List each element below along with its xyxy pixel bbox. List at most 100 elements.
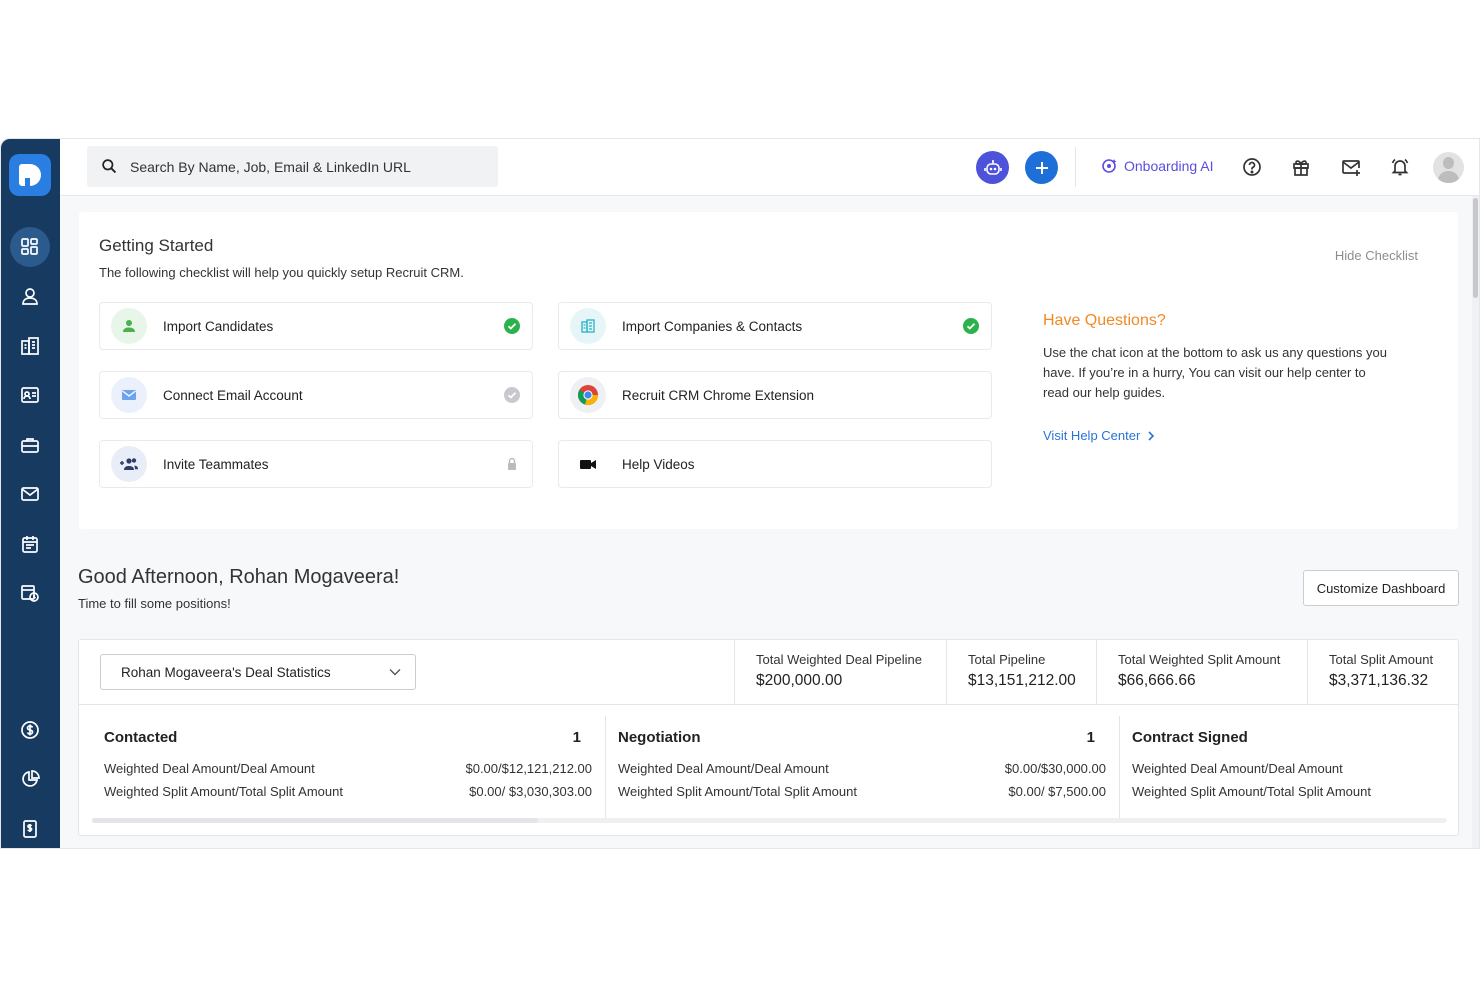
- stage-row: Weighted Deal Amount/Deal Amount: [1132, 761, 1458, 776]
- dollar-icon: [21, 721, 39, 739]
- gift-button[interactable]: [1290, 156, 1312, 178]
- customize-dashboard-button[interactable]: Customize Dashboard: [1303, 570, 1459, 606]
- page-scrollbar[interactable]: [1472, 196, 1479, 848]
- stage-name: Contacted: [104, 729, 178, 746]
- global-search[interactable]: [87, 146, 498, 187]
- deal-statistics-dropdown[interactable]: Rohan Mogaveera's Deal Statistics: [100, 654, 416, 690]
- visit-help-center-link[interactable]: Visit Help Center: [1043, 428, 1158, 443]
- notifications-button[interactable]: [1389, 156, 1411, 178]
- stage-name: Negotiation: [618, 729, 701, 746]
- stat-total-weighted-split-amount: Total Weighted Split Amount $66,666.66: [1096, 640, 1307, 704]
- have-questions-text: Use the chat icon at the bottom to ask u…: [1043, 345, 1387, 400]
- row-value: $0.00/$12,121,212.00: [465, 761, 592, 776]
- row-label: Weighted Deal Amount/Deal Amount: [1132, 761, 1343, 776]
- plus-icon: [1035, 161, 1048, 174]
- stat-value: $200,000.00: [756, 672, 843, 689]
- page-scrollbar-thumb[interactable]: [1473, 198, 1478, 298]
- checklist-item-label: Connect Email Account: [163, 387, 303, 403]
- user-avatar[interactable]: [1433, 152, 1464, 183]
- sidebar-item-invoices[interactable]: [10, 809, 50, 848]
- divider: [79, 704, 1458, 705]
- row-value: $0.00/$30,000.00: [1004, 761, 1106, 776]
- deal-statistics-selected: Rohan Mogaveera's Deal Statistics: [121, 664, 331, 680]
- stat-total-split-amount: Total Split Amount $3,371,136.32: [1307, 640, 1458, 704]
- checklist-item-import-candidates[interactable]: Import Candidates: [99, 302, 533, 350]
- getting-started-card: Getting Started The following checklist …: [79, 212, 1458, 529]
- pipeline-stage-negotiation: Negotiation 1 Weighted Deal Amount/Deal …: [593, 716, 1107, 816]
- chrome-icon: [570, 377, 606, 413]
- sidebar-item-deals[interactable]: [10, 710, 50, 750]
- companies-icon: [21, 337, 39, 355]
- checklist-item-label: Import Candidates: [163, 318, 274, 334]
- search-icon: [102, 159, 117, 174]
- bell-icon: [1391, 158, 1409, 176]
- building-icon: [570, 308, 606, 344]
- row-label: Weighted Deal Amount/Deal Amount: [618, 761, 829, 776]
- sidebar-item-candidates[interactable]: [10, 276, 50, 316]
- search-input[interactable]: [130, 158, 470, 175]
- checklist-item-label: Help Videos: [622, 456, 695, 472]
- recruit-crm-logo[interactable]: [9, 154, 51, 196]
- checklist-item-label: Import Companies & Contacts: [622, 318, 803, 334]
- stage-row: Weighted Split Amount/Total Split Amount: [1132, 784, 1458, 799]
- visit-help-center-label: Visit Help Center: [1043, 428, 1141, 443]
- help-button[interactable]: [1241, 156, 1263, 178]
- sidebar-item-calendar[interactable]: [10, 524, 50, 564]
- row-value: $0.00/ $7,500.00: [1008, 784, 1106, 799]
- stat-label: Total Weighted Deal Pipeline: [756, 652, 922, 667]
- gift-icon: [1293, 160, 1309, 176]
- top-bar: Onboarding AI: [60, 139, 1479, 196]
- sidebar-item-tasks[interactable]: [10, 573, 50, 613]
- calendar-icon: [22, 536, 38, 553]
- user-icon: [111, 308, 147, 344]
- sidebar-item-email[interactable]: [10, 474, 50, 514]
- onboarding-ai-label: Onboarding AI: [1124, 158, 1214, 174]
- stage-name: Contract Signed: [1132, 729, 1248, 746]
- stat-value: $66,666.66: [1118, 672, 1196, 689]
- video-camera-icon: [570, 446, 606, 482]
- greeting-title: Good Afternoon, Rohan Mogaveera!: [78, 566, 400, 588]
- check-circle-icon: [963, 318, 979, 334]
- stat-label: Total Pipeline: [968, 652, 1046, 667]
- deal-statistics-card: Rohan Mogaveera's Deal Statistics Total …: [78, 639, 1459, 836]
- stage-row: Weighted Split Amount/Total Split Amount…: [618, 784, 1107, 799]
- pipeline-stage-contacted: Contacted 1 Weighted Deal Amount/Deal Am…: [79, 716, 593, 816]
- row-label: Weighted Split Amount/Total Split Amount: [618, 784, 857, 799]
- checklist-item-invite-teammates[interactable]: Invite Teammates: [99, 440, 533, 488]
- checklist-item-connect-email[interactable]: Connect Email Account: [99, 371, 533, 419]
- sidebar-item-companies[interactable]: [10, 326, 50, 366]
- sidebar-item-jobs[interactable]: [10, 425, 50, 465]
- checklist-item-chrome-extension[interactable]: Recruit CRM Chrome Extension: [558, 371, 992, 419]
- onboarding-ai-button[interactable]: Onboarding AI: [1100, 157, 1214, 175]
- stat-value: $13,151,212.00: [968, 672, 1076, 689]
- checklist-item-import-companies[interactable]: Import Companies & Contacts: [558, 302, 992, 350]
- candidates-icon: [22, 288, 38, 305]
- sidebar-item-contacts[interactable]: [10, 375, 50, 415]
- quick-add-button[interactable]: [1025, 151, 1058, 184]
- ai-bot-button[interactable]: [976, 151, 1009, 184]
- pie-chart-icon: [22, 770, 40, 787]
- checklist-item-help-videos[interactable]: Help Videos: [558, 440, 992, 488]
- hide-checklist-link[interactable]: Hide Checklist: [1335, 248, 1418, 263]
- pipeline-stage-contract-signed: Contract Signed Weighted Deal Amount/Dea…: [1107, 716, 1458, 816]
- invoice-icon: [23, 820, 37, 838]
- help-icon: [1243, 158, 1261, 176]
- stages-horizontal-scrollbar[interactable]: [92, 818, 1447, 823]
- have-questions-title: Have Questions?: [1043, 312, 1166, 329]
- chevron-right-icon: [1148, 430, 1155, 441]
- chevron-down-icon: [389, 669, 401, 676]
- app-window: Onboarding AI Getting Started The follow…: [0, 138, 1480, 849]
- compose-mail-button[interactable]: [1340, 156, 1362, 178]
- stat-value: $3,371,136.32: [1329, 672, 1429, 689]
- row-label: Weighted Split Amount/Total Split Amount: [104, 784, 343, 799]
- stage-count: 1: [572, 729, 581, 746]
- checklist-item-label: Invite Teammates: [163, 456, 269, 472]
- check-circle-icon: [504, 318, 520, 334]
- sidebar-item-dashboard[interactable]: [10, 227, 50, 267]
- onboarding-sparkle-icon: [1102, 159, 1117, 173]
- greeting-subtitle: Time to fill some positions!: [78, 596, 231, 611]
- sidebar-item-reports[interactable]: [10, 759, 50, 799]
- horizontal-scrollbar-thumb[interactable]: [92, 818, 538, 823]
- stat-label: Total Split Amount: [1329, 652, 1434, 667]
- briefcase-icon: [21, 438, 39, 453]
